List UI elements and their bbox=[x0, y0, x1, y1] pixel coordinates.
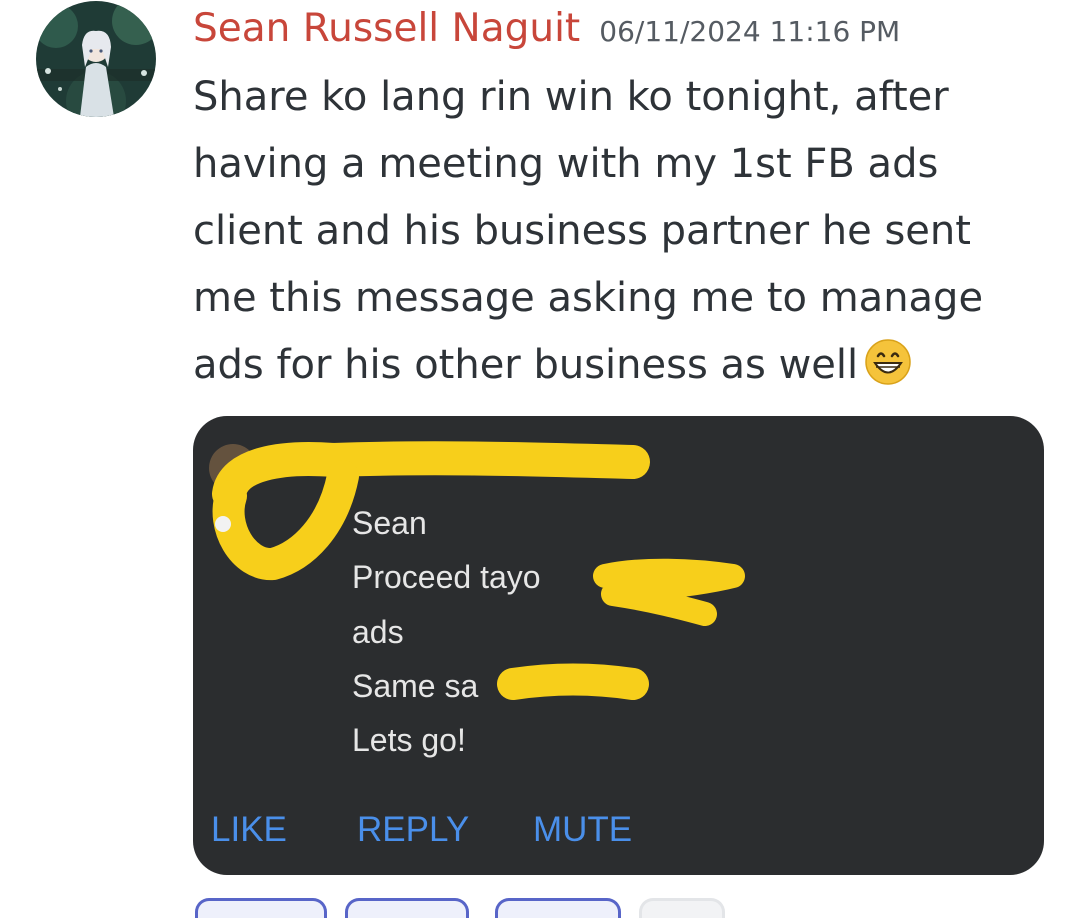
message-line-text: ads for his other business as well bbox=[193, 342, 859, 388]
reaction-pill[interactable] bbox=[345, 898, 469, 918]
message-line: me this message asking me to manage bbox=[193, 275, 984, 321]
notification-actions: LIKE REPLY MUTE bbox=[193, 810, 1044, 854]
mute-button[interactable]: MUTE bbox=[533, 810, 632, 850]
notification-line: Proceed tayo bbox=[352, 559, 541, 595]
message-body: Share ko lang rin win ko tonight, after … bbox=[193, 64, 1053, 407]
notification-line: Lets go! bbox=[352, 722, 466, 758]
anime-character-avatar-icon bbox=[36, 1, 156, 117]
screenshot-attachment[interactable]: Sean Proceed tayo ads Same sa Lets go! L… bbox=[193, 416, 1044, 875]
message-header: Sean Russell Naguit 06/11/2024 11:16 PM bbox=[193, 6, 900, 51]
message-timestamp: 06/11/2024 11:16 PM bbox=[599, 15, 901, 48]
grinning-face-emoji-icon bbox=[864, 338, 912, 407]
message-line-last: ads for his other business as well bbox=[193, 332, 1053, 407]
author-avatar[interactable] bbox=[36, 1, 156, 117]
like-button[interactable]: LIKE bbox=[211, 810, 287, 850]
message-line: having a meeting with my 1st FB ads bbox=[193, 141, 939, 187]
reaction-pill[interactable] bbox=[195, 898, 327, 918]
author-name[interactable]: Sean Russell Naguit bbox=[193, 6, 580, 51]
redaction-marker-overlay bbox=[209, 441, 745, 700]
message-line: Share ko lang rin win ko tonight, after bbox=[193, 74, 949, 120]
message-line: client and his business partner he sent bbox=[193, 208, 971, 254]
notification-line: ads bbox=[352, 614, 404, 650]
notification-line: Sean bbox=[352, 505, 427, 541]
add-reaction-button[interactable] bbox=[639, 898, 725, 918]
notification-line: Same sa bbox=[352, 668, 479, 704]
reply-button[interactable]: REPLY bbox=[357, 810, 469, 850]
reaction-pill[interactable] bbox=[495, 898, 621, 918]
